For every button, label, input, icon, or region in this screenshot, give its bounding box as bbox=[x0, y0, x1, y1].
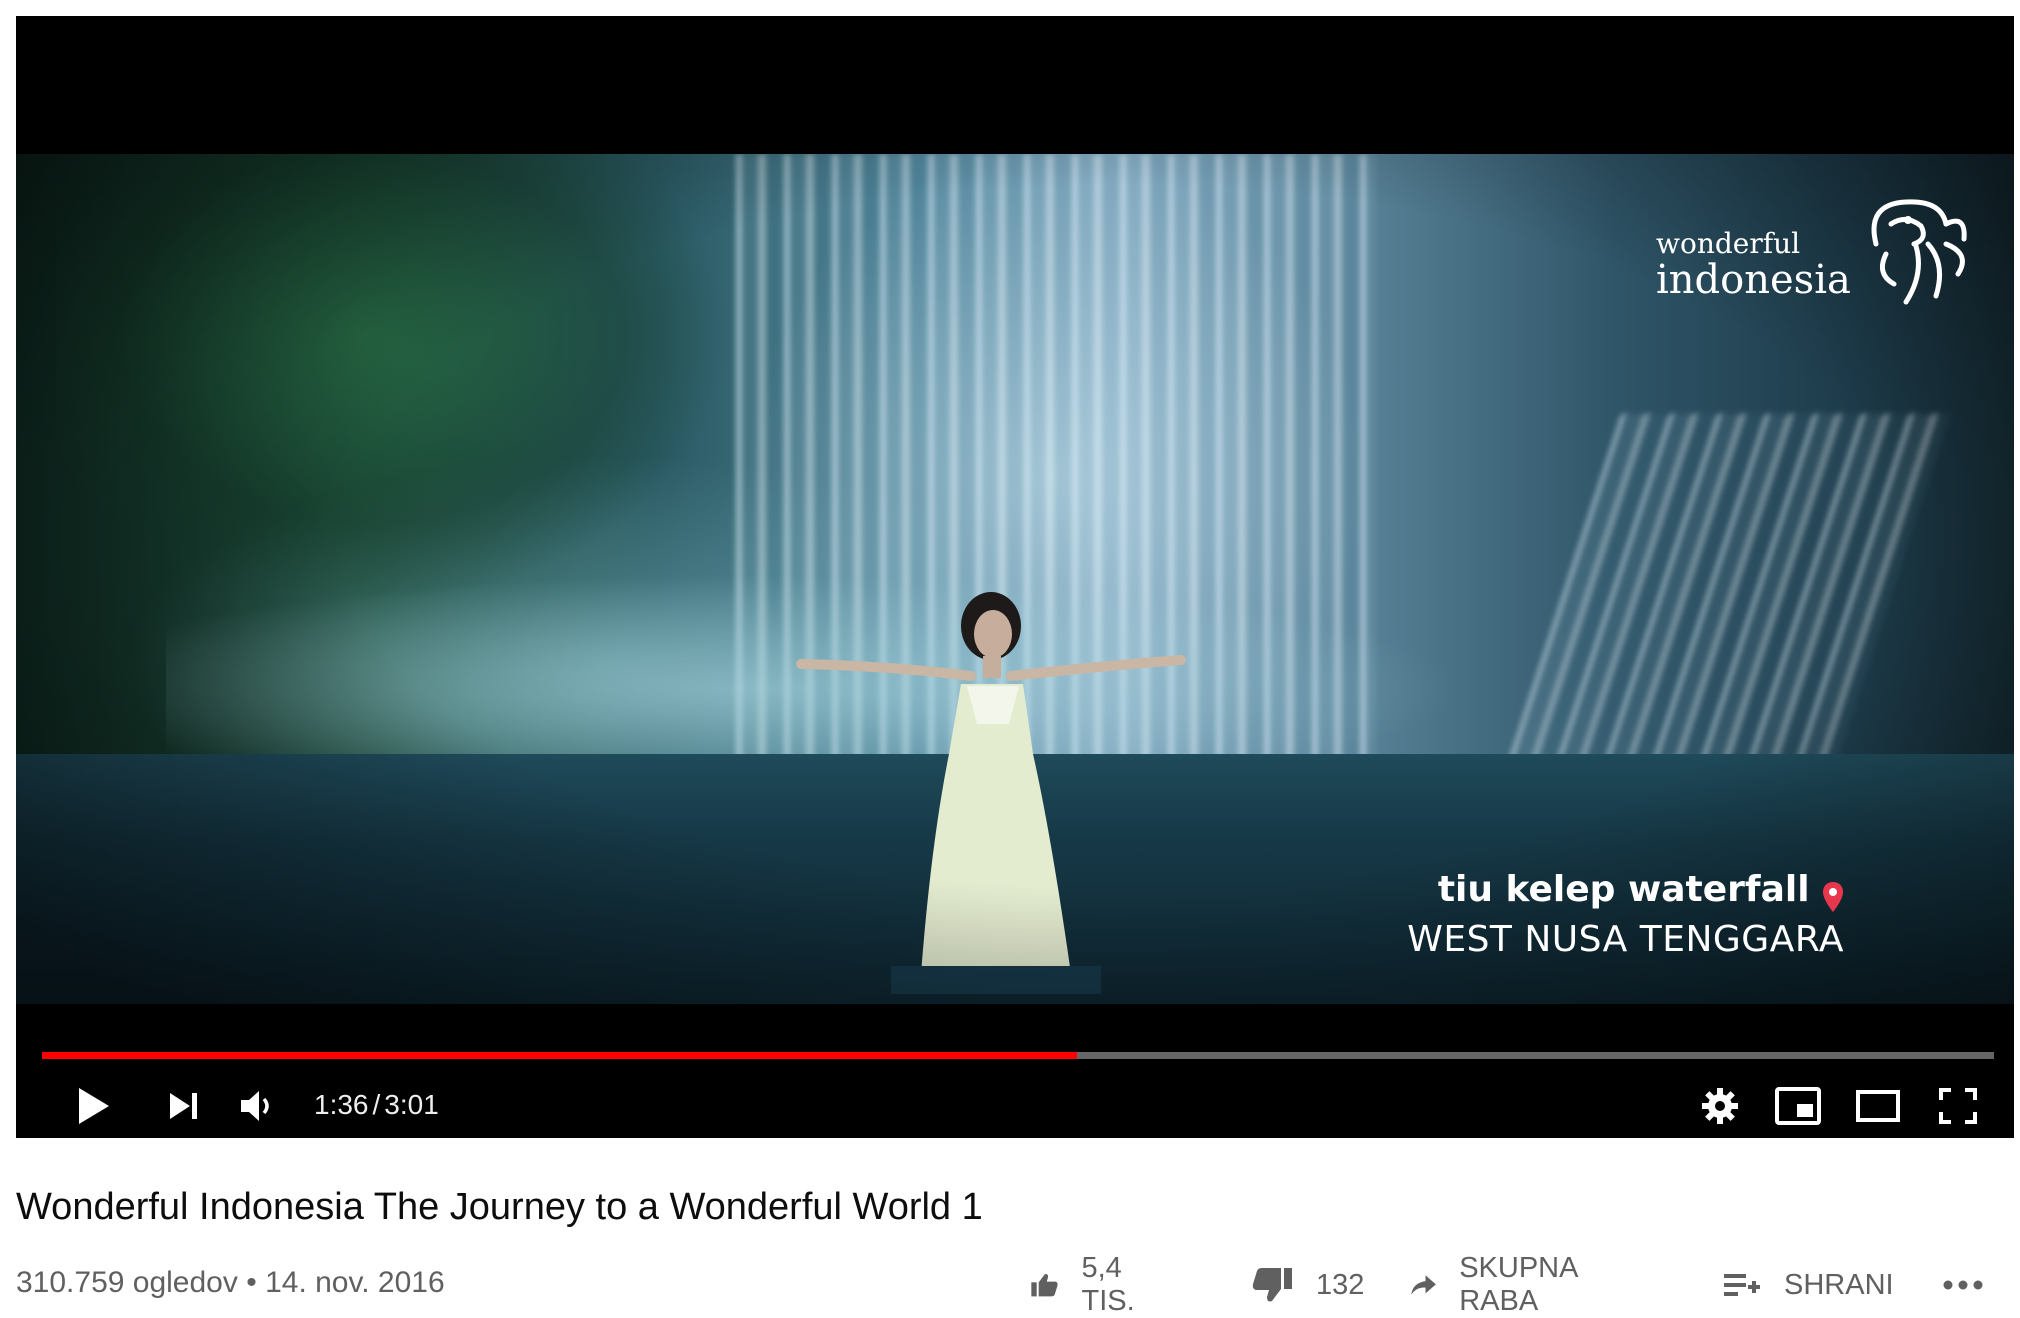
video-meta: 310.759 ogledov • 14. nov. 2016 bbox=[16, 1266, 445, 1300]
more-horizontal-icon bbox=[1943, 1280, 1983, 1290]
location-name: tiu kelep waterfall bbox=[1437, 869, 1810, 910]
fullscreen-icon bbox=[1939, 1088, 1977, 1124]
logo-word-wonderful: wonderful bbox=[1656, 227, 1801, 260]
settings-icon bbox=[1702, 1088, 1738, 1124]
progress-bar[interactable] bbox=[42, 1052, 1994, 1059]
next-button[interactable] bbox=[154, 1080, 214, 1132]
miniplayer-button[interactable] bbox=[1768, 1080, 1828, 1132]
logo-text: wonderful indonesia bbox=[1656, 227, 1851, 303]
location-region: WEST NUSA TENGGARA bbox=[1407, 918, 1844, 960]
fullscreen-button[interactable] bbox=[1928, 1080, 1988, 1132]
theater-mode-icon bbox=[1856, 1090, 1900, 1122]
share-arrow-icon bbox=[1411, 1275, 1436, 1295]
video-title: Wonderful Indonesia The Journey to a Won… bbox=[16, 1186, 983, 1228]
location-pin-icon bbox=[1823, 881, 1843, 912]
wonderful-indonesia-logo: wonderful indonesia bbox=[1656, 184, 1976, 314]
dislike-button[interactable]: 132 bbox=[1250, 1262, 1364, 1308]
play-icon bbox=[79, 1088, 109, 1124]
video-player[interactable]: wonderful indonesia tiu kelep waterfall bbox=[16, 16, 2014, 1138]
location-caption: tiu kelep waterfall WEST NUSA TENGGARA bbox=[1407, 869, 1844, 960]
save-label: SHRANI bbox=[1784, 1268, 1894, 1301]
volume-icon bbox=[241, 1091, 269, 1121]
like-button[interactable]: 5,4 TIS. bbox=[1030, 1252, 1149, 1317]
share-label: SKUPNA RABA bbox=[1459, 1252, 1577, 1317]
play-button[interactable] bbox=[64, 1080, 124, 1132]
next-icon bbox=[170, 1093, 197, 1119]
progress-played bbox=[42, 1052, 1077, 1059]
share-button[interactable]: SKUPNA RABA bbox=[1410, 1252, 1592, 1317]
logo-word-indonesia: indonesia bbox=[1656, 257, 1851, 303]
current-time: 1:36 bbox=[314, 1089, 369, 1120]
thumbs-down-icon bbox=[1252, 1268, 1292, 1302]
save-button[interactable]: SHRANI bbox=[1722, 1262, 1894, 1308]
like-count: 5,4 TIS. bbox=[1081, 1252, 1135, 1317]
duration: 3:01 bbox=[384, 1089, 439, 1120]
miniplayer-icon bbox=[1775, 1087, 1821, 1125]
mute-button[interactable] bbox=[228, 1080, 288, 1132]
time-separator: / bbox=[372, 1089, 381, 1120]
settings-button[interactable] bbox=[1690, 1080, 1750, 1132]
time-display: 1:36/3:01 bbox=[314, 1089, 439, 1121]
more-actions-button[interactable] bbox=[1942, 1262, 2006, 1308]
meta-separator: • bbox=[246, 1266, 257, 1299]
garuda-emblem-icon bbox=[1871, 199, 1967, 305]
theater-mode-button[interactable] bbox=[1848, 1080, 1908, 1132]
video-frame[interactable]: wonderful indonesia tiu kelep waterfall bbox=[16, 154, 2014, 1004]
view-count: 310.759 ogledov bbox=[16, 1266, 238, 1299]
add-to-playlist-icon bbox=[1724, 1274, 1760, 1296]
thumbs-up-icon bbox=[1031, 1273, 1058, 1297]
upload-date: 14. nov. 2016 bbox=[265, 1266, 445, 1299]
dislike-count: 132 bbox=[1316, 1268, 1365, 1301]
